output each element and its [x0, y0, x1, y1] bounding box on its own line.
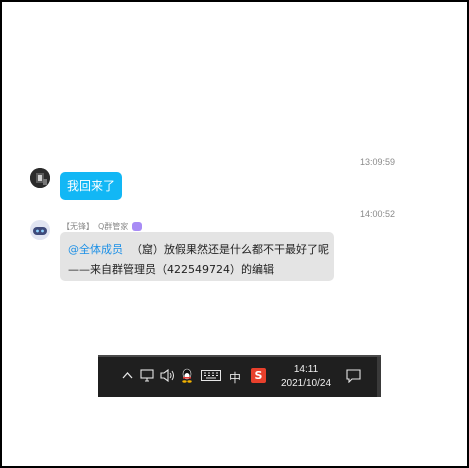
volume-icon[interactable] — [160, 368, 175, 385]
notification-icon[interactable] — [346, 369, 361, 386]
message-text: （窟）放假果然还是什么都不干最好了呢 — [131, 243, 329, 256]
message-bubble[interactable]: 我回来了 — [60, 172, 123, 200]
message-timestamp: 14:00:52 — [360, 209, 396, 219]
network-icon[interactable] — [140, 369, 154, 385]
clock-date: 2021/10/24 — [280, 378, 332, 389]
avatar[interactable] — [30, 220, 50, 240]
qq-penguin-icon[interactable] — [181, 368, 193, 386]
sender-nickname[interactable]: Q群管家 — [98, 221, 128, 232]
ime-mode-indicator[interactable]: 中 — [229, 369, 241, 386]
taskbar-clock[interactable]: 14:11 2021/10/24 — [276, 363, 336, 391]
avatar[interactable] — [30, 168, 50, 188]
chevron-up-icon[interactable] — [122, 370, 133, 384]
taskbar: 中 S 14:11 2021/10/24 — [98, 355, 381, 397]
message-timestamp: 13:09:59 — [360, 157, 396, 167]
keyboard-icon[interactable] — [201, 370, 221, 384]
sender-tag: 【无锋】 — [62, 222, 94, 231]
message-bubble[interactable]: @全体成员 （窟）放假果然还是什么都不干最好了呢 ——来自群管理员（4225497… — [60, 232, 334, 281]
sogou-ime-icon[interactable]: S — [251, 368, 266, 383]
bot-badge-icon — [132, 222, 143, 231]
message-line: ——来自群管理员（422549724）的编辑 — [68, 263, 274, 276]
clock-time: 14:11 — [293, 364, 319, 375]
robot-avatar-icon — [30, 220, 50, 240]
user-avatar-icon — [30, 168, 50, 188]
window-frame: 13:09:59 我回来了 14:00:52 【无锋】 Q群管家 @全体成员 （窟）… — [0, 0, 469, 468]
sender-name: 【无锋】 Q群管家 — [62, 221, 143, 232]
mention-link[interactable]: @全体成员 — [68, 243, 123, 256]
show-desktop-button[interactable] — [377, 357, 381, 397]
message-line: @全体成员 （窟）放假果然还是什么都不干最好了呢 — [68, 241, 329, 257]
